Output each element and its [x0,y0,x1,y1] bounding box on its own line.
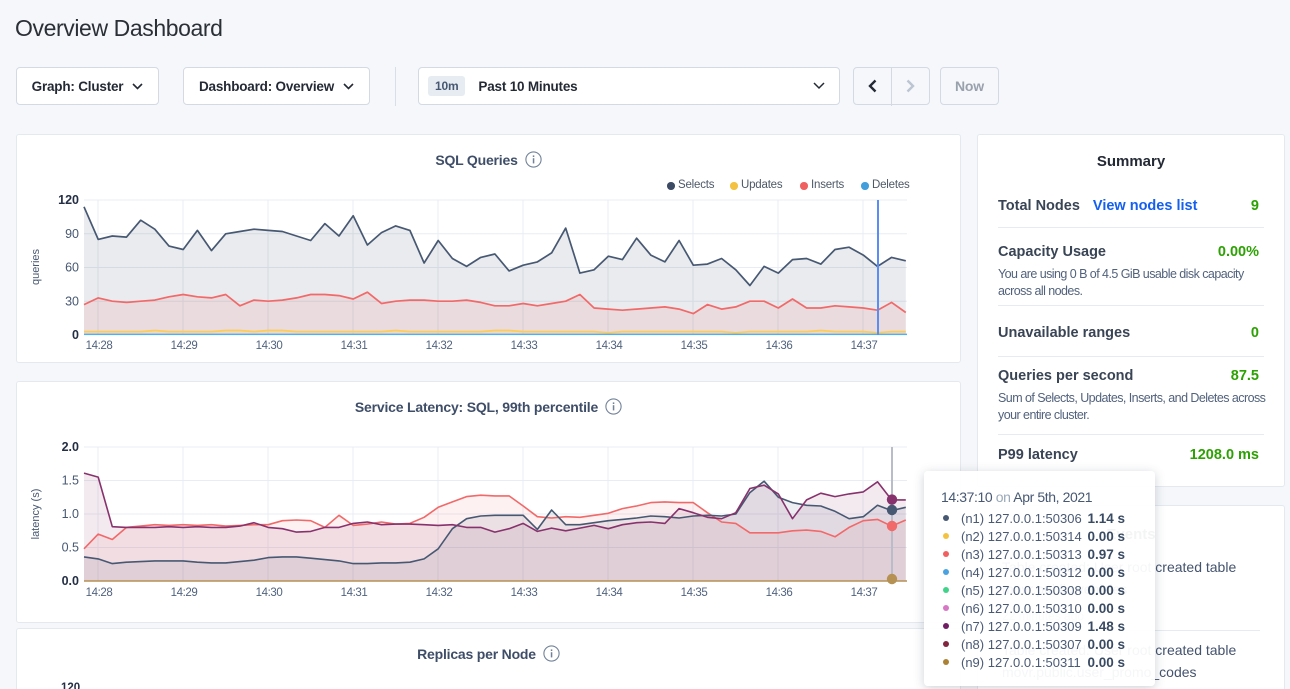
svg-text:120: 120 [58,193,79,207]
svg-text:14:29: 14:29 [171,340,198,352]
svg-text:14:34: 14:34 [596,340,624,352]
svg-text:14:32: 14:32 [426,587,453,599]
svg-text:30: 30 [65,294,79,308]
svg-text:14:30: 14:30 [256,340,283,352]
svg-text:14:33: 14:33 [511,340,538,352]
svg-text:90: 90 [65,227,79,241]
svg-text:0.5: 0.5 [62,541,79,555]
svg-text:0.0: 0.0 [62,574,79,588]
svg-text:14:35: 14:35 [681,587,708,599]
svg-text:2.0: 2.0 [62,440,79,454]
svg-text:0: 0 [72,328,79,342]
svg-text:14:28: 14:28 [86,340,113,352]
svg-text:14:32: 14:32 [426,340,453,352]
svg-text:queries: queries [30,248,42,285]
svg-text:1.5: 1.5 [62,474,79,488]
svg-text:14:36: 14:36 [766,587,793,599]
svg-text:14:30: 14:30 [256,587,283,599]
svg-text:14:36: 14:36 [766,340,793,352]
svg-text:14:35: 14:35 [681,340,708,352]
svg-text:1.0: 1.0 [62,507,79,521]
svg-text:latency (s): latency (s) [30,489,42,540]
svg-text:14:33: 14:33 [511,587,538,599]
svg-text:14:37: 14:37 [851,587,878,599]
svg-text:14:29: 14:29 [171,587,198,599]
svg-text:14:34: 14:34 [596,587,624,599]
svg-text:14:28: 14:28 [86,587,113,599]
svg-text:14:31: 14:31 [341,340,368,352]
svg-text:60: 60 [65,261,79,275]
svg-text:14:37: 14:37 [851,340,878,352]
svg-text:14:31: 14:31 [341,587,368,599]
